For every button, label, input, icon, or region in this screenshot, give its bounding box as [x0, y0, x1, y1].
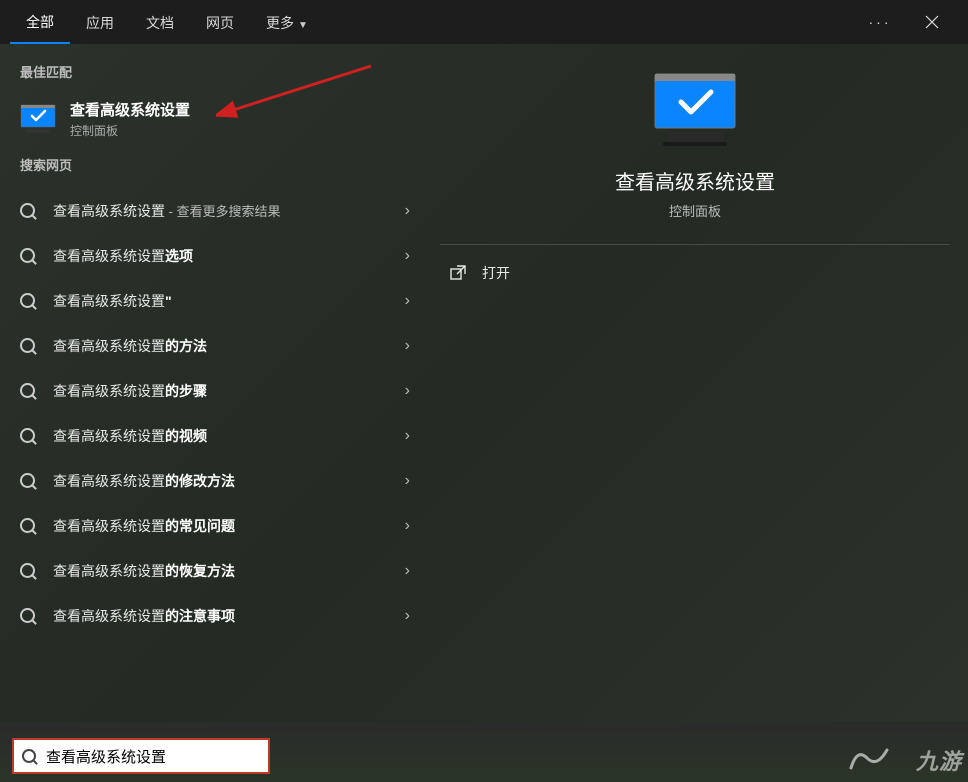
- web-result-label: 查看高级系统设置的恢复方法: [53, 561, 405, 581]
- search-icon: [20, 383, 35, 398]
- web-result-label: 查看高级系统设置的注意事项: [53, 606, 405, 626]
- search-icon: [20, 608, 35, 623]
- web-result-label: 查看高级系统设置": [53, 291, 405, 311]
- section-best-match: 最佳匹配: [0, 62, 422, 89]
- chevron-right-icon: ›: [405, 562, 410, 580]
- chevron-right-icon: ›: [405, 292, 410, 310]
- more-options-icon[interactable]: ···: [860, 2, 900, 42]
- web-result-label: 查看高级系统设置的步骤: [53, 381, 405, 401]
- results-left: 最佳匹配 查看高级系统设置 控制面板 搜索网页 查看高级系统设置 - 查看更多搜…: [0, 44, 422, 722]
- search-icon: [20, 338, 35, 353]
- bottom-bar: 九游: [0, 722, 968, 782]
- tab-all[interactable]: 全部: [10, 0, 70, 44]
- web-result-label: 查看高级系统设置选项: [53, 246, 405, 266]
- web-result-item[interactable]: 查看高级系统设置的恢复方法›: [0, 548, 422, 593]
- filter-tabs: 全部 应用 文档 网页 更多▼ ···: [0, 0, 968, 44]
- web-result-label: 查看高级系统设置的视频: [53, 426, 405, 446]
- search-icon: [20, 563, 35, 578]
- web-result-item[interactable]: 查看高级系统设置 - 查看更多搜索结果›: [0, 188, 422, 233]
- section-web-search: 搜索网页: [0, 155, 422, 182]
- search-box[interactable]: [12, 738, 270, 774]
- web-result-item[interactable]: 查看高级系统设置的方法›: [0, 323, 422, 368]
- web-result-label: 查看高级系统设置的常见问题: [53, 516, 405, 536]
- web-result-item[interactable]: 查看高级系统设置选项›: [0, 233, 422, 278]
- search-icon: [20, 473, 35, 488]
- web-result-item[interactable]: 查看高级系统设置"›: [0, 278, 422, 323]
- web-result-label: 查看高级系统设置的修改方法: [53, 471, 405, 491]
- chevron-down-icon: ▼: [298, 20, 308, 31]
- web-result-label: 查看高级系统设置的方法: [53, 336, 405, 356]
- chevron-right-icon: ›: [405, 247, 410, 265]
- web-result-item[interactable]: 查看高级系统设置的常见问题›: [0, 503, 422, 548]
- chevron-right-icon: ›: [405, 607, 410, 625]
- tab-web[interactable]: 网页: [190, 1, 250, 43]
- web-results-list: 查看高级系统设置 - 查看更多搜索结果›查看高级系统设置选项›查看高级系统设置"…: [0, 188, 422, 638]
- search-icon: [20, 518, 35, 533]
- preview-title: 查看高级系统设置: [615, 166, 775, 195]
- chevron-right-icon: ›: [405, 202, 410, 220]
- web-result-item[interactable]: 查看高级系统设置的视频›: [0, 413, 422, 458]
- preview-panel: 查看高级系统设置 控制面板 打开: [422, 44, 968, 722]
- web-result-item[interactable]: 查看高级系统设置的修改方法›: [0, 458, 422, 503]
- monitor-check-icon: [649, 72, 741, 148]
- chevron-right-icon: ›: [405, 517, 410, 535]
- open-action[interactable]: 打开: [440, 245, 950, 301]
- search-icon: [20, 203, 35, 218]
- watermark-logo: 九游: [849, 740, 962, 776]
- chevron-right-icon: ›: [405, 382, 410, 400]
- preview-subtitle: 控制面板: [669, 201, 721, 220]
- tab-more[interactable]: 更多▼: [250, 1, 324, 43]
- chevron-right-icon: ›: [405, 427, 410, 445]
- chevron-right-icon: ›: [405, 337, 410, 355]
- best-match-item[interactable]: 查看高级系统设置 控制面板: [0, 89, 422, 155]
- search-icon: [22, 749, 36, 763]
- search-icon: [20, 428, 35, 443]
- web-result-item[interactable]: 查看高级系统设置的注意事项›: [0, 593, 422, 638]
- tab-apps[interactable]: 应用: [70, 1, 130, 43]
- results-body: 最佳匹配 查看高级系统设置 控制面板 搜索网页 查看高级系统设置 - 查看更多搜…: [0, 44, 968, 722]
- best-match-subtitle: 控制面板: [70, 122, 190, 139]
- search-icon: [20, 248, 35, 263]
- chevron-right-icon: ›: [405, 472, 410, 490]
- web-result-item[interactable]: 查看高级系统设置的步骤›: [0, 368, 422, 413]
- search-input[interactable]: [46, 748, 260, 765]
- open-external-icon: [450, 265, 466, 281]
- open-label: 打开: [482, 263, 510, 283]
- best-match-title: 查看高级系统设置: [70, 99, 190, 120]
- web-result-label: 查看高级系统设置 - 查看更多搜索结果: [53, 201, 405, 221]
- monitor-check-icon: [20, 104, 56, 134]
- tab-docs[interactable]: 文档: [130, 1, 190, 43]
- close-icon[interactable]: [912, 2, 952, 42]
- search-icon: [20, 293, 35, 308]
